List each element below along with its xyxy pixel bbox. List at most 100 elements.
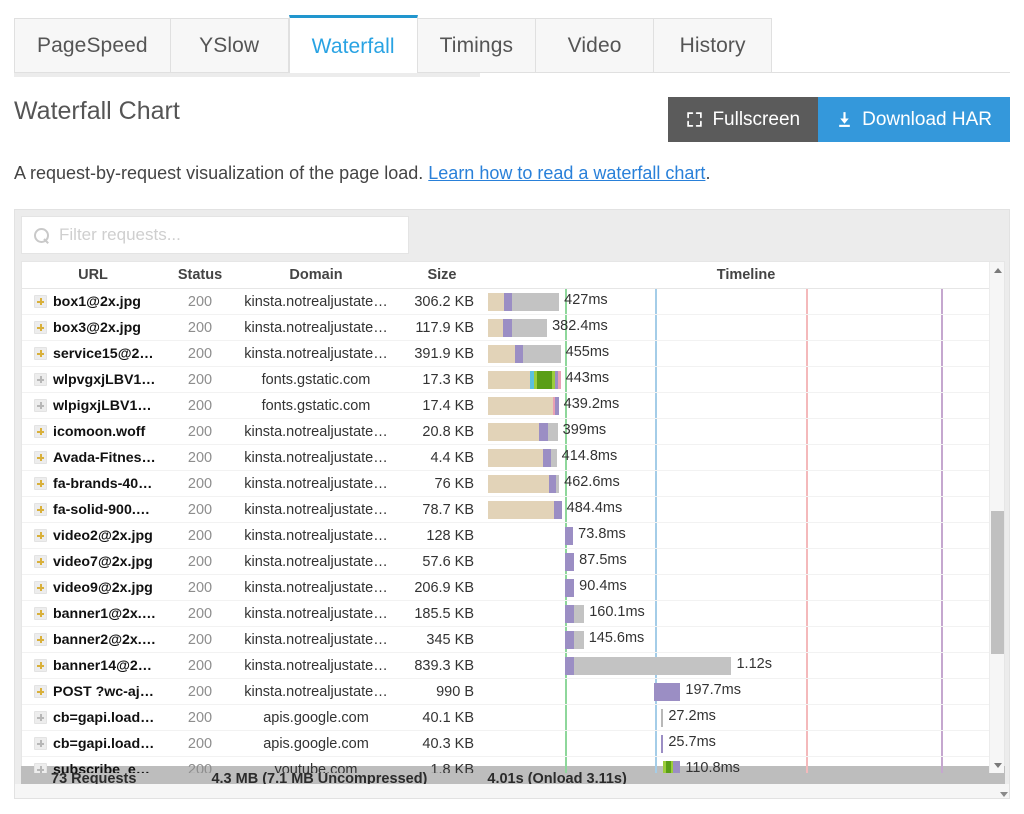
table-row[interactable]: Avada-Fitnes…200kinsta.notrealjustate…4.… bbox=[22, 445, 1004, 471]
timeline-bar[interactable] bbox=[661, 735, 664, 753]
table-row[interactable]: video7@2x.jpg200kinsta.notrealjustate…57… bbox=[22, 549, 1004, 575]
timeline-bar[interactable] bbox=[488, 345, 561, 363]
expand-row-icon[interactable] bbox=[34, 607, 47, 620]
expand-row-icon[interactable] bbox=[34, 477, 47, 490]
scrollbar-thumb[interactable] bbox=[991, 511, 1004, 654]
timeline-segment bbox=[488, 293, 504, 311]
expand-row-icon[interactable] bbox=[34, 503, 47, 516]
cell-domain: kinsta.notrealjustate… bbox=[236, 346, 396, 362]
table-row[interactable]: wlpvgxjLBV1…200fonts.gstatic.com17.3 KB4… bbox=[22, 367, 1004, 393]
timeline-bar[interactable] bbox=[488, 293, 559, 311]
timeline-bar[interactable] bbox=[488, 371, 561, 389]
timeline-bar[interactable] bbox=[565, 579, 575, 597]
cell-domain: kinsta.notrealjustate… bbox=[236, 684, 396, 700]
timeline-segment bbox=[556, 475, 559, 493]
column-header-size[interactable]: Size bbox=[396, 267, 488, 283]
timeline-bar[interactable] bbox=[488, 423, 558, 441]
timeline-bar[interactable] bbox=[565, 553, 575, 571]
timeline-bar[interactable] bbox=[488, 475, 559, 493]
table-row[interactable]: cb=gapi.load…200apis.google.com40.3 KB25… bbox=[22, 731, 1004, 757]
timeline-bar[interactable] bbox=[488, 319, 547, 337]
tab-history[interactable]: History bbox=[654, 18, 772, 73]
expand-row-icon[interactable] bbox=[34, 685, 47, 698]
cell-url: fa-solid-900.… bbox=[22, 502, 164, 518]
column-header-domain[interactable]: Domain bbox=[236, 267, 396, 283]
expand-row-icon[interactable] bbox=[34, 529, 47, 542]
url-text: fa-brands-40… bbox=[53, 476, 152, 492]
expand-row-icon[interactable] bbox=[34, 321, 47, 334]
expand-row-icon[interactable] bbox=[34, 633, 47, 646]
timeline-segment bbox=[503, 319, 512, 337]
waterfall-help-link[interactable]: Learn how to read a waterfall chart bbox=[428, 163, 705, 183]
column-header-timeline[interactable]: Timeline bbox=[488, 267, 1004, 283]
url-text: cb=gapi.load… bbox=[53, 710, 154, 726]
timeline-bar[interactable] bbox=[565, 657, 732, 675]
expand-row-icon[interactable] bbox=[34, 347, 47, 360]
table-row[interactable]: banner2@2x.…200kinsta.notrealjustate…345… bbox=[22, 627, 1004, 653]
vertical-scrollbar[interactable] bbox=[989, 262, 1004, 773]
timeline-bar[interactable] bbox=[488, 501, 562, 519]
tab-yslow[interactable]: YSlow bbox=[171, 18, 289, 73]
expand-row-icon[interactable] bbox=[34, 295, 47, 308]
cell-size: 4.4 KB bbox=[396, 450, 488, 466]
scroll-down-icon[interactable] bbox=[990, 757, 1005, 773]
expand-row-icon[interactable] bbox=[34, 659, 47, 672]
table-row[interactable]: fa-brands-40…200kinsta.notrealjustate…76… bbox=[22, 471, 1004, 497]
search-input[interactable]: Filter requests... bbox=[21, 216, 409, 254]
expand-row-icon[interactable] bbox=[34, 399, 47, 412]
expand-row-icon[interactable] bbox=[34, 737, 47, 750]
column-header-status[interactable]: Status bbox=[164, 267, 236, 283]
expand-row-icon[interactable] bbox=[34, 451, 47, 464]
table-row[interactable]: service15@2…200kinsta.notrealjustate…391… bbox=[22, 341, 1004, 367]
table-row[interactable]: box3@2x.jpg200kinsta.notrealjustate…117.… bbox=[22, 315, 1004, 341]
timeline-bar[interactable] bbox=[654, 683, 680, 701]
expand-row-icon[interactable] bbox=[34, 581, 47, 594]
timeline-bar[interactable] bbox=[488, 449, 557, 467]
scroll-down-corner-icon[interactable] bbox=[1000, 792, 1008, 797]
timeline-bar[interactable] bbox=[565, 631, 584, 649]
page-title: Waterfall Chart bbox=[14, 97, 180, 126]
cell-size: 990 B bbox=[396, 684, 488, 700]
tab-bar: PageSpeedYSlowWaterfallTimingsVideoHisto… bbox=[0, 0, 1024, 77]
table-row[interactable]: fa-solid-900.…200kinsta.notrealjustate…7… bbox=[22, 497, 1004, 523]
tab-pagespeed[interactable]: PageSpeed bbox=[14, 18, 171, 73]
tab-waterfall[interactable]: Waterfall bbox=[289, 15, 418, 73]
expand-row-icon[interactable] bbox=[34, 373, 47, 386]
table-row[interactable]: video9@2x.jpg200kinsta.notrealjustate…20… bbox=[22, 575, 1004, 601]
cell-timeline: 439.2ms bbox=[488, 393, 1004, 419]
horizontal-scrollbar[interactable] bbox=[15, 784, 1009, 798]
fullscreen-button[interactable]: Fullscreen bbox=[668, 97, 818, 142]
cell-domain: kinsta.notrealjustate… bbox=[236, 554, 396, 570]
scroll-up-icon[interactable] bbox=[990, 262, 1005, 278]
cell-timeline: 27.2ms bbox=[488, 705, 1004, 731]
table-row[interactable]: banner14@2…200kinsta.notrealjustate…839.… bbox=[22, 653, 1004, 679]
cell-size: 76 KB bbox=[396, 476, 488, 492]
cell-url: POST ?wc-aj… bbox=[22, 684, 164, 700]
table-row[interactable]: cb=gapi.load…200apis.google.com40.1 KB27… bbox=[22, 705, 1004, 731]
tab-timings[interactable]: Timings bbox=[418, 18, 536, 73]
timeline-bar[interactable] bbox=[663, 761, 680, 775]
table-row[interactable]: subscribe_e…200youtube.com1.8 KB110.8ms bbox=[22, 757, 1004, 774]
cell-url: cb=gapi.load… bbox=[22, 736, 164, 752]
column-header-url[interactable]: URL bbox=[22, 267, 164, 283]
download-har-button[interactable]: Download HAR bbox=[818, 97, 1010, 142]
url-text: wlpigxjLBV1… bbox=[53, 398, 152, 414]
expand-row-icon[interactable] bbox=[34, 555, 47, 568]
table-row[interactable]: video2@2x.jpg200kinsta.notrealjustate…12… bbox=[22, 523, 1004, 549]
expand-row-icon[interactable] bbox=[34, 763, 47, 774]
cell-timeline: 110.8ms bbox=[488, 757, 1004, 775]
table-row[interactable]: icomoon.woff200kinsta.notrealjustate…20.… bbox=[22, 419, 1004, 445]
timeline-bar[interactable] bbox=[565, 527, 574, 545]
table-row[interactable]: banner1@2x.…200kinsta.notrealjustate…185… bbox=[22, 601, 1004, 627]
timeline-segment bbox=[558, 371, 561, 389]
tab-video[interactable]: Video bbox=[536, 18, 654, 73]
timeline-bar[interactable] bbox=[565, 605, 585, 623]
table-row[interactable]: box1@2x.jpg200kinsta.notrealjustate…306.… bbox=[22, 289, 1004, 315]
expand-row-icon[interactable] bbox=[34, 711, 47, 724]
cell-domain: kinsta.notrealjustate… bbox=[236, 476, 396, 492]
expand-row-icon[interactable] bbox=[34, 425, 47, 438]
table-row[interactable]: POST ?wc-aj…200kinsta.notrealjustate…990… bbox=[22, 679, 1004, 705]
table-row[interactable]: wlpigxjLBV1…200fonts.gstatic.com17.4 KB4… bbox=[22, 393, 1004, 419]
timeline-bar[interactable] bbox=[488, 397, 559, 415]
timeline-bar[interactable] bbox=[661, 709, 664, 727]
